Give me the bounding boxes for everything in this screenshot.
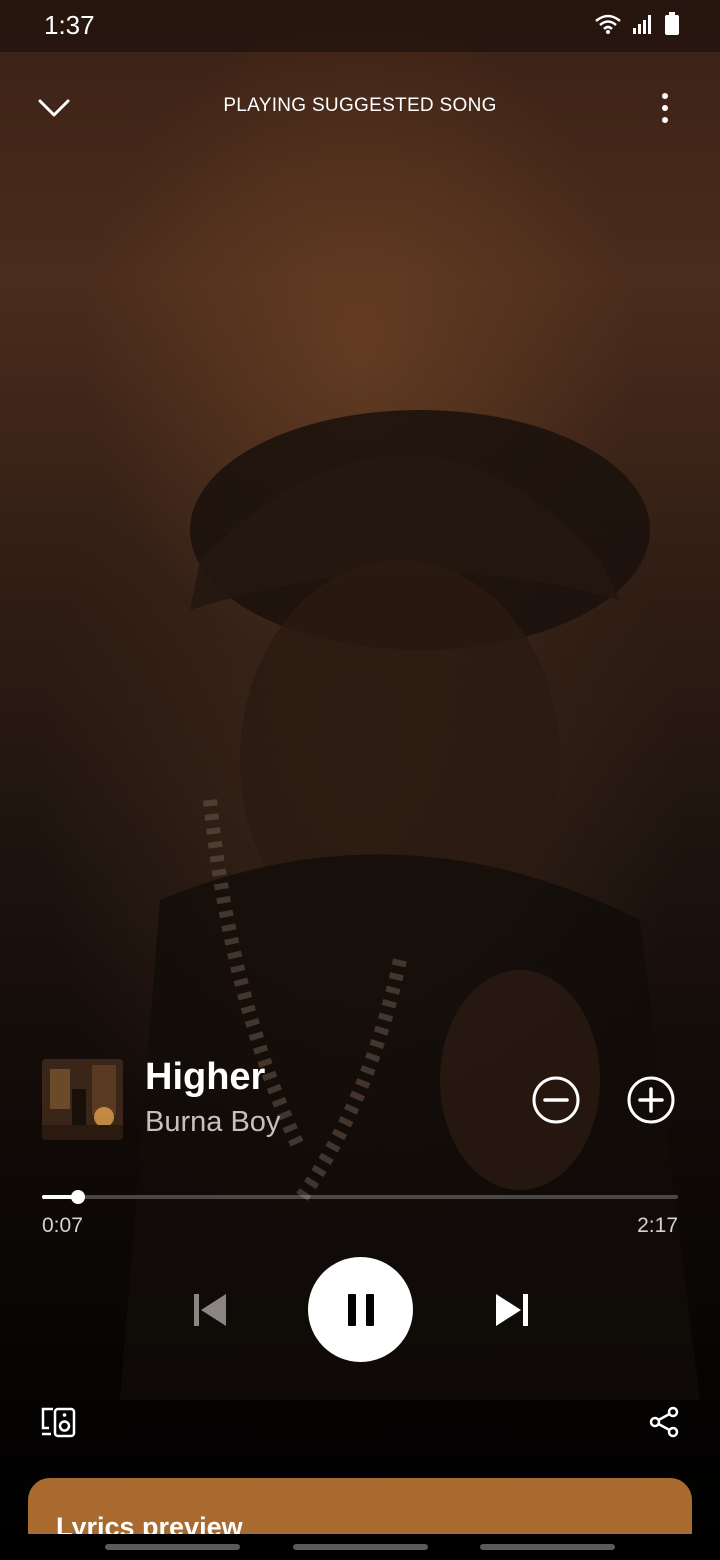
previous-button[interactable]	[185, 1285, 235, 1335]
add-to-library-button[interactable]	[625, 1074, 677, 1126]
total-time: 2:17	[637, 1214, 678, 1237]
connect-device-button[interactable]	[36, 1402, 80, 1442]
skip-previous-icon	[194, 1294, 226, 1326]
elapsed-time: 0:07	[42, 1214, 83, 1237]
status-time: 1:37	[44, 10, 95, 40]
signal-icon	[633, 15, 651, 34]
album-art-image	[42, 1059, 123, 1140]
minus-circle-icon	[532, 1076, 580, 1124]
more-vert-icon	[662, 93, 668, 123]
pause-button[interactable]	[308, 1257, 413, 1362]
battery-icon	[665, 12, 679, 35]
plus-circle-icon	[627, 1076, 675, 1124]
nav-recents[interactable]	[105, 1544, 240, 1550]
track-title[interactable]: Higher	[145, 1056, 265, 1099]
more-options-button[interactable]	[650, 88, 680, 128]
hide-song-button[interactable]	[530, 1074, 582, 1126]
status-bar: 1:37	[0, 0, 720, 52]
context-title: PLAYING SUGGESTED SONG	[223, 95, 497, 116]
pause-icon	[347, 1293, 374, 1326]
share-icon	[649, 1406, 679, 1438]
nav-home[interactable]	[293, 1544, 428, 1550]
next-button[interactable]	[487, 1285, 537, 1335]
wifi-icon	[595, 14, 621, 34]
progress-bar[interactable]	[42, 1190, 678, 1204]
track-artist[interactable]: Burna Boy	[145, 1106, 280, 1139]
status-icons	[594, 12, 680, 36]
progress-handle[interactable]	[70, 1190, 85, 1204]
devices-icon	[41, 1407, 76, 1438]
skip-next-icon	[496, 1294, 528, 1326]
album-art-thumbnail[interactable]	[42, 1059, 123, 1140]
nav-back[interactable]	[480, 1544, 615, 1550]
share-button[interactable]	[644, 1402, 684, 1442]
